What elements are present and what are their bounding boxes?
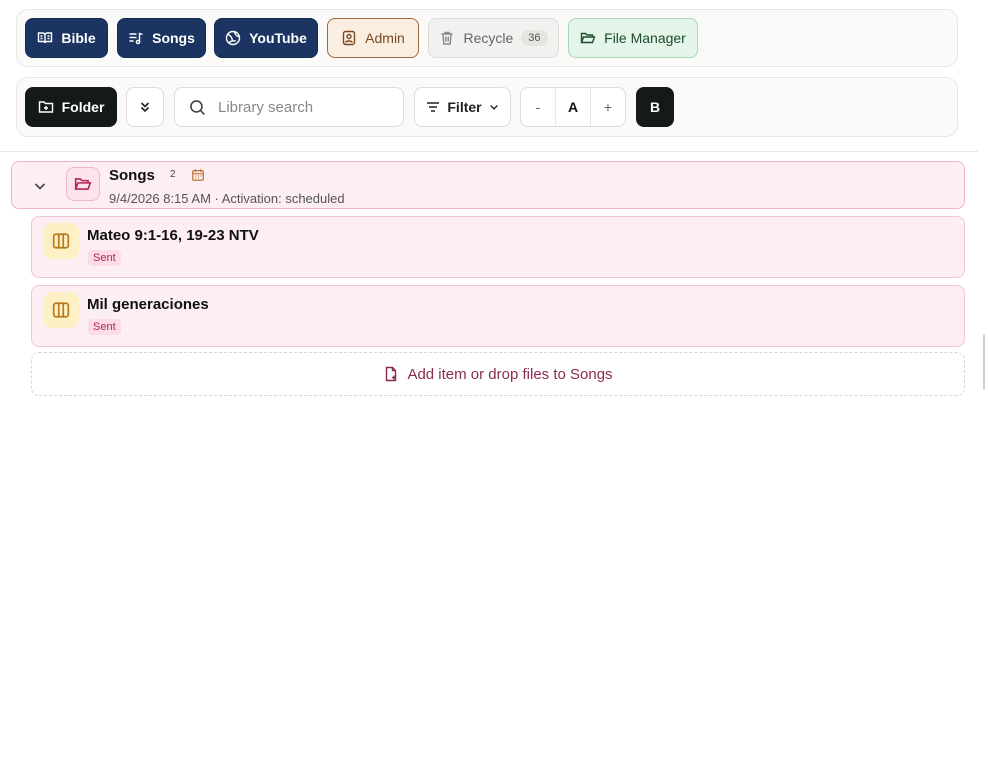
globe-icon — [225, 30, 241, 46]
font-increase-button[interactable]: + — [590, 88, 625, 126]
admin-label: Admin — [365, 30, 405, 46]
new-folder-button[interactable]: Folder — [25, 87, 117, 127]
folder-meta: 9/4/2026 8:15 AM · Activation: scheduled — [109, 191, 345, 206]
trash-icon — [441, 31, 453, 45]
search-input[interactable] — [216, 97, 400, 117]
music-list-icon — [129, 32, 143, 45]
add-item-label: Add item or drop files to Songs — [407, 365, 613, 383]
double-chevron-down-icon — [140, 102, 150, 113]
font-size-control: - A + — [520, 87, 626, 127]
user-badge-icon — [342, 30, 356, 46]
folder-open-icon — [74, 178, 92, 190]
item-title: Mil generaciones — [87, 296, 209, 313]
youtube-button[interactable]: YouTube — [214, 18, 318, 58]
filter-label: Filter — [447, 99, 482, 115]
songs-label: Songs — [152, 30, 195, 46]
item-title: Mateo 9:1-16, 19-23 NTV — [87, 227, 259, 244]
chevron-down-icon — [489, 105, 498, 110]
library-search-field[interactable] — [174, 87, 404, 127]
font-size-label: A — [555, 88, 590, 126]
columns-icon — [52, 233, 70, 249]
folder-button-label: Folder — [61, 99, 105, 115]
scrollbar-thumb[interactable] — [983, 334, 985, 390]
folder-row-songs[interactable]: Songs 2 9/4/2026 8:15 AM · Activation: s… — [11, 161, 965, 209]
columns-icon — [52, 302, 70, 318]
folder-item-count: 2 — [170, 169, 176, 180]
admin-button[interactable]: Admin — [327, 18, 419, 58]
toolbar-divider — [0, 151, 978, 152]
calendar-icon — [192, 169, 204, 181]
font-decrease-button[interactable]: - — [521, 88, 555, 126]
collapse-all-button[interactable] — [126, 87, 164, 127]
filter-dropdown[interactable]: Filter — [414, 87, 511, 127]
folder-plus-icon — [38, 101, 53, 113]
folder-open-icon — [580, 32, 596, 44]
bold-toggle-button[interactable]: B — [636, 87, 674, 127]
filter-lines-icon — [427, 102, 440, 112]
book-icon — [38, 32, 53, 44]
search-icon — [190, 99, 205, 115]
status-badge: Sent — [88, 250, 121, 266]
bible-label: Bible — [61, 30, 96, 46]
youtube-label: YouTube — [249, 30, 307, 46]
file-plus-icon — [386, 366, 397, 382]
folder-title: Songs — [109, 167, 155, 184]
file-manager-label: File Manager — [604, 30, 686, 46]
recycle-count-badge: 36 — [521, 30, 548, 46]
list-item[interactable]: Mil generaciones Sent — [31, 285, 965, 347]
songs-button[interactable]: Songs — [117, 18, 206, 58]
add-item-dropzone[interactable]: Add item or drop files to Songs — [31, 352, 965, 396]
item-icon-tile — [43, 292, 79, 328]
file-manager-button[interactable]: File Manager — [568, 18, 698, 58]
status-badge: Sent — [88, 319, 121, 335]
chevron-down-icon[interactable] — [32, 178, 48, 194]
recycle-button[interactable]: Recycle 36 — [428, 18, 559, 58]
recycle-label: Recycle — [463, 30, 514, 46]
bible-button[interactable]: Bible — [25, 18, 108, 58]
item-icon-tile — [43, 223, 79, 259]
folder-icon-tile — [66, 167, 100, 201]
list-item[interactable]: Mateo 9:1-16, 19-23 NTV Sent — [31, 216, 965, 278]
